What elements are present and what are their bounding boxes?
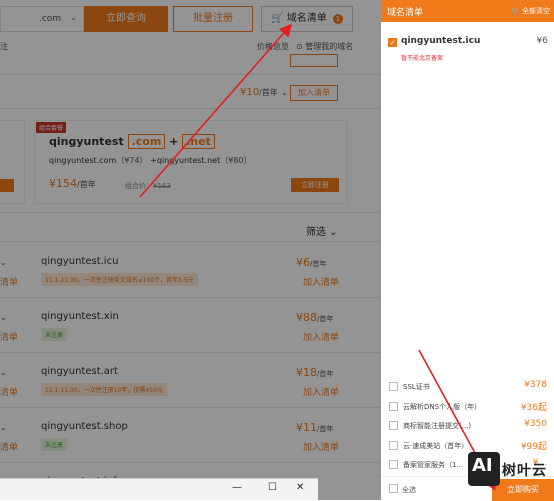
service-checkbox[interactable]	[389, 382, 398, 391]
cart-item: ✓ qingyuntest.icu ¥6 暂不能北京备案	[388, 36, 548, 66]
service-label: 云·速成美站（首年）	[403, 441, 469, 450]
watermark-text: 树叶云	[502, 463, 547, 479]
service-label: 云解析DNS个人版（年）	[403, 402, 482, 411]
watermark-zh: 知	[446, 468, 459, 482]
service-checkbox[interactable]	[389, 401, 398, 411]
select-all-checkbox[interactable]	[389, 484, 398, 493]
cart-item-name: qingyuntest.icu	[401, 36, 481, 46]
service-price: ¥36起	[520, 402, 547, 413]
cart-panel: 域名清单 🛒 全部清空 ✓ qingyuntest.icu ¥6 暂不能北京备案…	[381, 0, 554, 501]
modal-overlay[interactable]	[0, 0, 381, 500]
domain-search-page: .com ⌄ 立即查询 批量注册 🛒 域名清单 1 注 价格总览 ⊙ 管理我的域…	[0, 0, 381, 500]
service-price: ¥378	[524, 380, 547, 390]
cart-icon: 🛒	[511, 7, 520, 15]
cart-panel-title: 域名清单	[387, 8, 424, 18]
watermark-logo: AI	[468, 452, 500, 486]
service-price: ¥99起	[520, 441, 547, 452]
maximize-button[interactable]: ☐	[268, 482, 277, 493]
service-label: 商标智能注册提交(...)	[403, 422, 472, 430]
cart-panel-header: 域名清单 🛒 全部清空	[381, 0, 554, 22]
clear-all-button[interactable]: 🛒 全部清空	[511, 6, 550, 16]
close-button[interactable]: ✕	[296, 482, 304, 493]
service-item: SSL证书 ¥378	[389, 380, 547, 394]
cart-item-checkbox[interactable]: ✓	[388, 38, 397, 47]
clear-all-label: 全部清空	[522, 7, 550, 15]
service-item: 云·速成美站（首年） ¥99起	[389, 439, 547, 453]
window-titlebar: — ☐ ✕	[0, 478, 318, 500]
select-all-label: 全选	[402, 486, 416, 494]
minimize-button[interactable]: —	[232, 482, 242, 493]
service-label: SSL证书	[403, 383, 430, 391]
service-checkbox[interactable]	[389, 421, 398, 430]
cart-item-warning: 暂不能北京备案	[401, 55, 444, 62]
watermark-ai: AI	[472, 455, 493, 476]
cart-item-price: ¥6	[536, 36, 548, 46]
service-item: 商标智能注册提交(...) ¥350	[389, 419, 547, 433]
service-item: 云解析DNS个人版（年） ¥36起	[389, 400, 547, 414]
watermark: 知 AI 树叶云	[446, 452, 554, 492]
service-price: ¥350	[524, 419, 547, 429]
service-checkbox[interactable]	[389, 440, 398, 450]
service-checkbox[interactable]	[389, 460, 398, 469]
